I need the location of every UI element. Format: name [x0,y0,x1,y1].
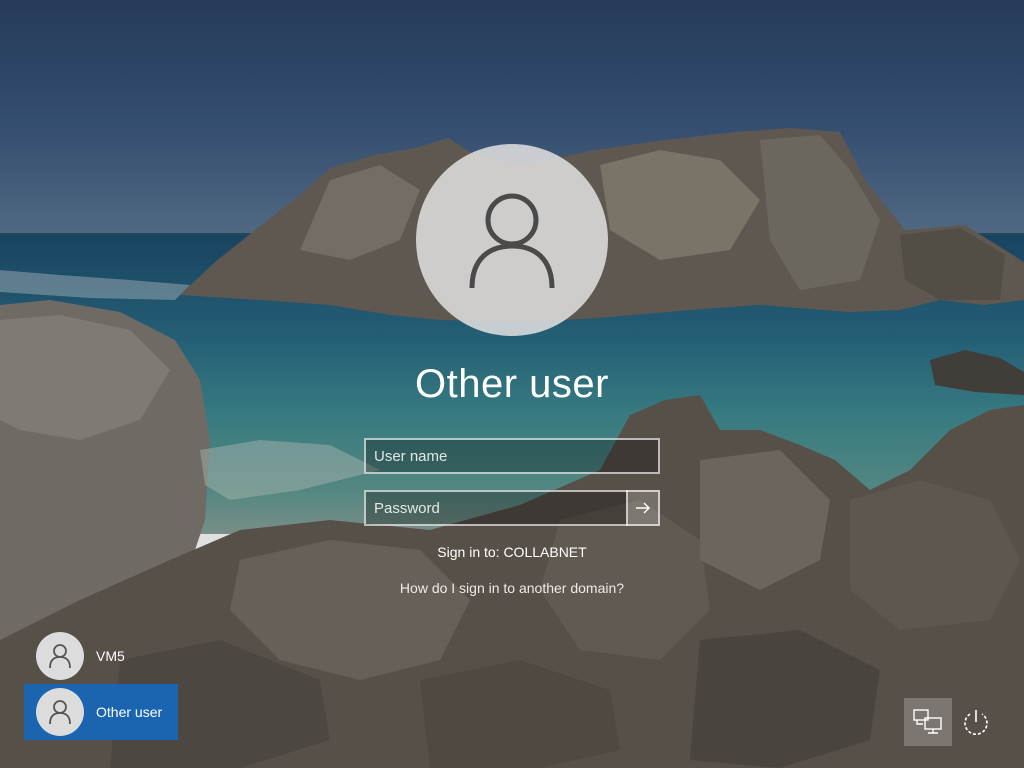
password-field[interactable] [364,490,628,526]
arrow-right-icon [636,502,650,514]
avatar [36,632,84,680]
network-button[interactable] [904,698,952,746]
username-field[interactable] [364,438,660,474]
submit-button[interactable] [626,490,660,526]
network-icon [913,709,942,734]
user-tile-label: VM5 [96,648,125,664]
another-domain-help-link[interactable]: How do I sign in to another domain? [312,580,712,596]
sign-in-domain-text: Sign in to: COLLABNET [437,544,587,560]
user-silhouette-icon [49,644,71,669]
user-avatar-large [416,144,608,336]
user-silhouette-icon [49,700,71,725]
power-icon [964,710,988,735]
user-silhouette-icon [469,193,555,289]
user-tile-vm5[interactable]: VM5 [24,628,178,684]
user-tile-other-user[interactable]: Other user [24,684,178,740]
user-tile-label: Other user [96,704,163,720]
avatar [36,688,84,736]
user-title: Other user [415,362,609,406]
power-button[interactable] [952,698,1000,746]
